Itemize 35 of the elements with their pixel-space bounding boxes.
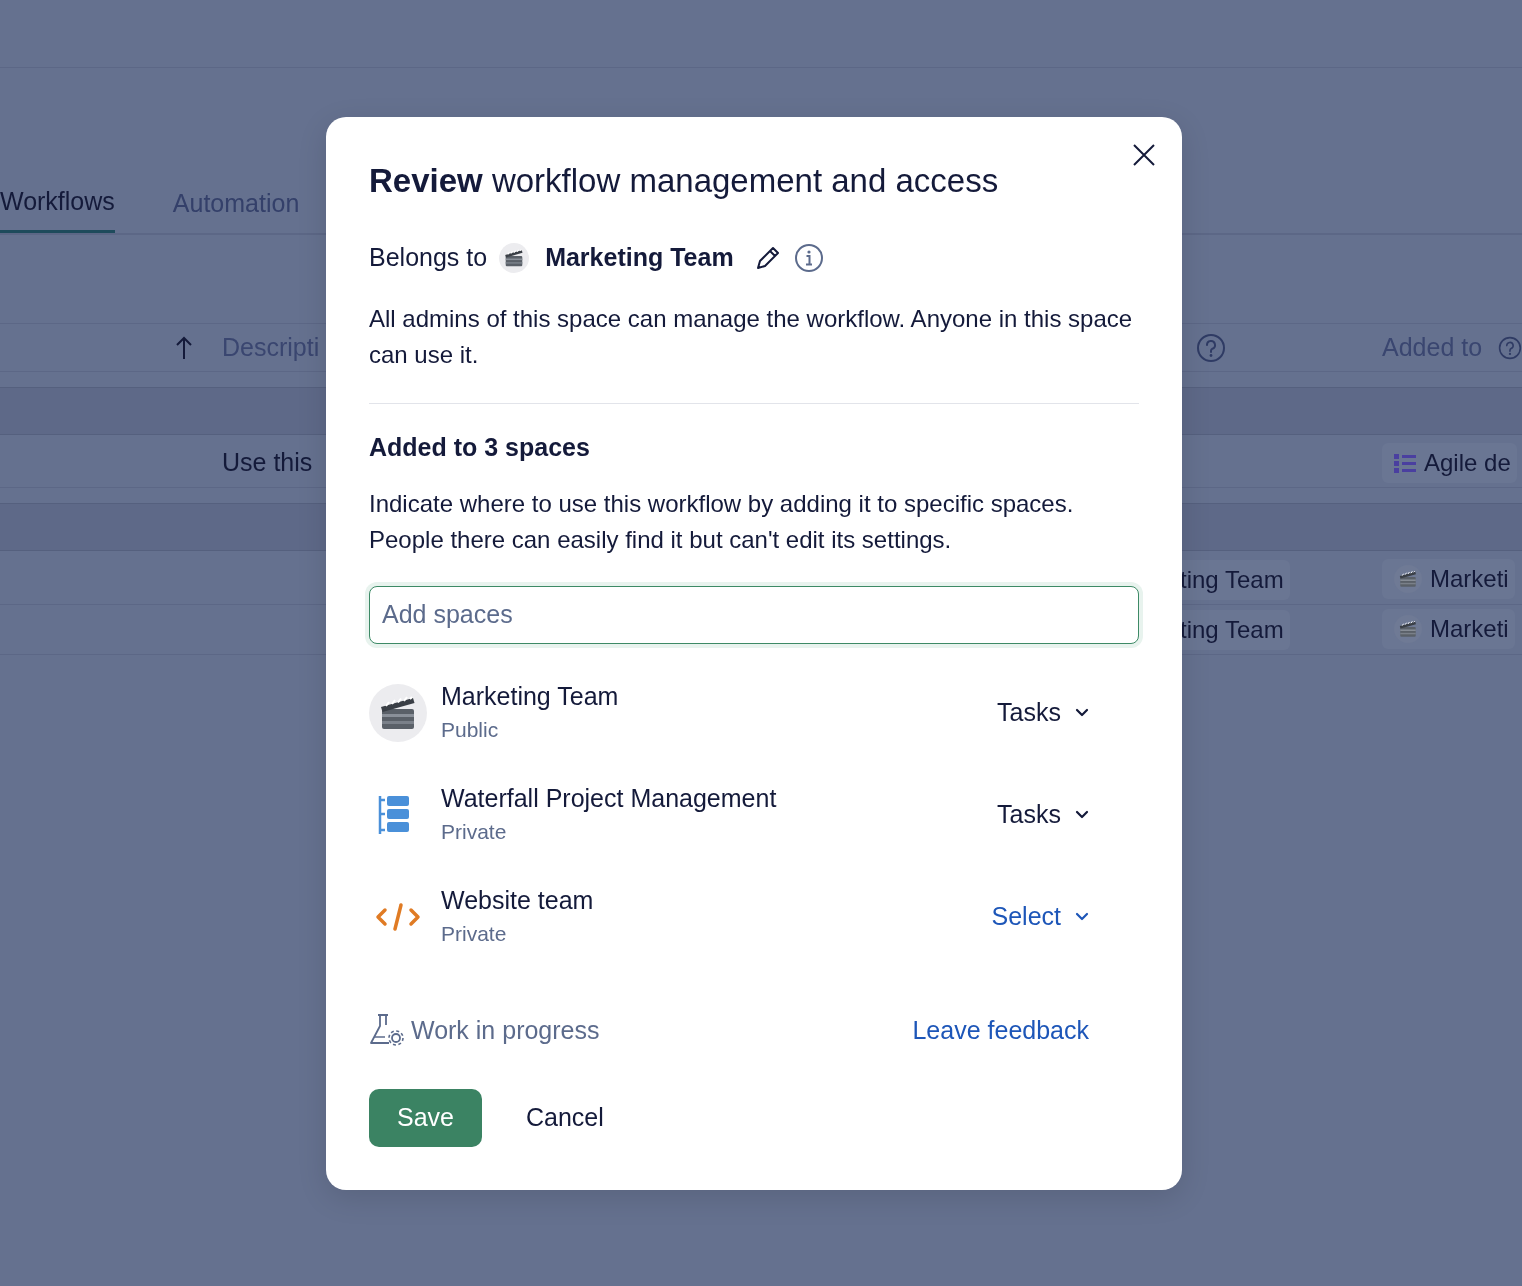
role-dropdown[interactable]: Select <box>991 897 1089 936</box>
dialog-title: Review workflow management and access <box>369 161 1000 201</box>
info-icon[interactable] <box>793 242 824 273</box>
flask-gear-icon <box>369 1013 405 1048</box>
table-cell: Use this <box>222 448 313 477</box>
space-chip: ting Team <box>1180 559 1290 600</box>
space-chip: Marketi <box>1382 559 1515 599</box>
chevron-down-icon <box>1075 809 1089 820</box>
visibility-label: Private <box>441 920 508 947</box>
space-name: Website team <box>441 884 594 916</box>
space-chip: Agile de <box>1382 443 1517 483</box>
clapperboard-icon <box>369 683 427 742</box>
space-name: Marketing Team <box>545 242 734 273</box>
space-chip: ting Team <box>1180 609 1290 650</box>
cancel-button[interactable]: Cancel <box>504 1089 626 1147</box>
feedback-link[interactable]: Leave feedback <box>912 1011 1089 1049</box>
space-chip: Marketi <box>1382 609 1515 649</box>
role-dropdown[interactable]: Tasks <box>997 693 1089 732</box>
description: All admins of this space can manage the workflow. Anyone in this space can use it. <box>369 303 1134 370</box>
space-name: Waterfall Project Management <box>441 782 777 814</box>
space-name: Marketing Team <box>441 680 619 712</box>
search-field[interactable]: Add spaces <box>369 585 1139 644</box>
clapperboard-icon <box>499 242 530 273</box>
visibility-label: Private <box>441 818 508 845</box>
status-text: Work in progress <box>411 1014 600 1046</box>
chevron-down-icon <box>1075 911 1089 922</box>
description: Indicate where to use this workflow by adding it to specific spaces. People there can easily find it but can't edit its settings. <box>369 488 1075 555</box>
section-heading: Added to 3 spaces <box>369 431 591 462</box>
visibility-label: Public <box>441 716 500 743</box>
save-button[interactable]: Save <box>369 1089 482 1147</box>
role-dropdown[interactable]: Tasks <box>997 795 1089 834</box>
list-icon <box>1394 452 1416 474</box>
chevron-down-icon <box>1075 707 1089 718</box>
tab[interactable]: Workflows <box>0 164 115 233</box>
label: Belongs to <box>369 242 488 273</box>
